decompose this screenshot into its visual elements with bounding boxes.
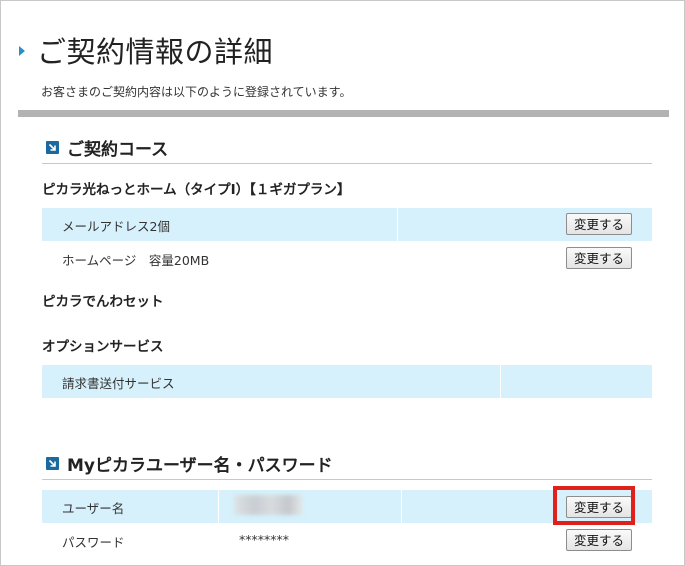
arrow-down-right-icon [46, 141, 59, 154]
table-row: パスワード ******** 変更する [42, 524, 652, 557]
password-value: ******** [239, 532, 289, 547]
username-value-redacted [234, 495, 302, 515]
section-rule [42, 479, 652, 480]
content-frame: ご契約情報の詳細 お客さまのご契約内容は以下のように登録されています。 ご契約コ… [0, 0, 685, 566]
row-label: メールアドレス2個 [62, 219, 170, 234]
page-subtitle: お客さまのご契約内容は以下のように登録されています。 [41, 85, 352, 99]
triangle-right-icon [19, 46, 25, 56]
change-homepage-button[interactable]: 変更する [565, 247, 632, 269]
row-label: ユーザー名 [62, 501, 125, 516]
section-rule [42, 163, 652, 164]
cell-divider [397, 208, 398, 241]
cell-divider [218, 490, 219, 523]
table-row: メールアドレス2個 変更する [42, 208, 652, 241]
phone-set-label: ピカラでんわセット [42, 294, 164, 310]
section-title: Myピカラユーザー名・パスワード [67, 456, 333, 476]
plan-name: ピカラ光ねっとホーム（タイプⅠ）【１ギガプラン】 [42, 182, 351, 198]
row-label: 請求書送付サービス [62, 376, 175, 391]
arrow-down-right-icon [46, 457, 59, 470]
section-divider-bar [18, 110, 669, 117]
cell-divider [500, 365, 501, 398]
section-title: ご契約コース [67, 140, 169, 160]
table-row: ホームページ 容量20MB 変更する [42, 242, 652, 275]
cell-divider [401, 490, 402, 523]
row-label: パスワード [62, 535, 125, 550]
option-heading: オプションサービス [42, 339, 164, 355]
change-mail-button[interactable]: 変更する [565, 213, 632, 235]
row-label: ホームページ 容量20MB [62, 253, 210, 268]
change-password-button[interactable]: 変更する [565, 529, 632, 551]
page-title: ご契約情報の詳細 [37, 35, 274, 69]
highlight-box [553, 486, 635, 525]
table-row: 請求書送付サービス [42, 365, 652, 398]
